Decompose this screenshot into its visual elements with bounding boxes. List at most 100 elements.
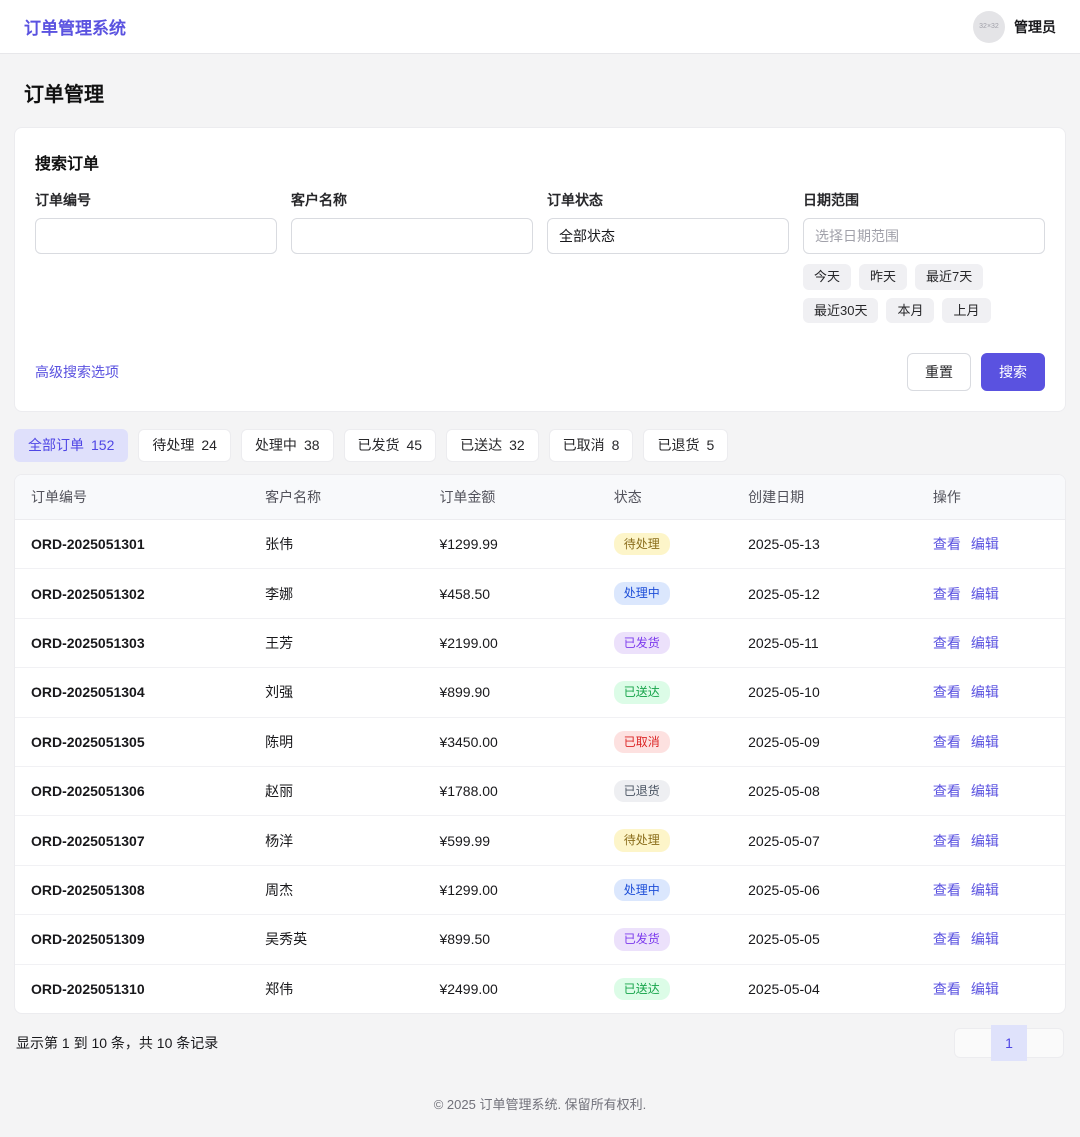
order-no-input[interactable] [35,218,277,254]
edit-link[interactable]: 编辑 [971,880,999,900]
status-tabs: 全部订单152 待处理24 处理中 38 已发货45 已送达32 已取消8 已退货 5 [14,429,1066,462]
tab-all[interactable]: 全部订单152 [14,429,128,462]
col-actions: 操作 [917,475,1065,520]
view-link[interactable]: 查看 [933,682,961,702]
date-range-input[interactable] [803,218,1045,254]
orders-table-body: ORD-2025051301张伟¥1299.99待处理2025-05-13查看编… [15,519,1065,1012]
main-content: 订单管理 搜索订单 订单编号 客户名称 订单状态 全部状态 日期范围 今天昨天最… [0,78,1080,1058]
cell-amount: ¥899.90 [423,668,597,717]
quick-date-last-month-button[interactable]: 上月 [942,298,990,324]
table-row: ORD-2025051303王芳¥2199.00已发货2025-05-11查看编… [15,618,1065,667]
table-row: ORD-2025051305陈明¥3450.00已取消2025-05-09查看编… [15,717,1065,766]
cell-customer: 李娜 [249,569,423,618]
user-avatar: 32×32 [973,11,1005,43]
tab-shipped[interactable]: 已发货45 [344,429,437,462]
table-row: ORD-2025051307杨洋¥599.99待处理2025-05-07查看编辑 [15,816,1065,865]
order-no-label: 订单编号 [35,190,277,210]
status-badge: 已发货 [614,928,670,950]
cell-actions: 查看编辑 [917,519,1065,568]
tab-count: 38 [304,437,320,454]
cell-customer: 赵丽 [249,766,423,815]
orders-table-card: 订单编号 客户名称 订单金额 状态 创建日期 操作 ORD-2025051301… [14,474,1066,1014]
table-row: ORD-2025051308周杰¥1299.00处理中2025-05-06查看编… [15,865,1065,914]
quick-date-buttons: 今天昨天最近7天最近30天本月上月 [803,264,1045,323]
view-link[interactable]: 查看 [933,831,961,851]
cell-date: 2025-05-11 [732,618,917,667]
col-customer: 客户名称 [249,475,423,520]
quick-date-last-7-days-button[interactable]: 最近7天 [915,264,983,290]
table-header-row: 订单编号 客户名称 订单金额 状态 创建日期 操作 [15,475,1065,520]
status-badge: 待处理 [614,533,670,555]
view-link[interactable]: 查看 [933,584,961,604]
table-row: ORD-2025051310郑伟¥2499.00已送达2025-05-04查看编… [15,964,1065,1013]
cell-status: 已发货 [598,915,732,964]
app-header: 订单管理系统 32×32 管理员 [0,0,1080,54]
col-status: 状态 [598,475,732,520]
tab-label: 全部订单 [28,437,84,454]
cell-status: 待处理 [598,816,732,865]
tab-count: 32 [509,437,525,454]
col-order-no: 订单编号 [15,475,249,520]
row-actions: 查看编辑 [933,831,1049,851]
cell-actions: 查看编辑 [917,668,1065,717]
row-actions: 查看编辑 [933,682,1049,702]
search-button[interactable]: 搜索 [981,353,1045,391]
status-badge: 已取消 [614,731,670,753]
cell-amount: ¥599.99 [423,816,597,865]
tab-count: 8 [612,437,620,454]
cell-customer: 郑伟 [249,964,423,1013]
view-link[interactable]: 查看 [933,880,961,900]
user-name: 管理员 [1014,17,1056,37]
quick-date-yesterday-button[interactable]: 昨天 [859,264,907,290]
edit-link[interactable]: 编辑 [971,929,999,949]
quick-date-this-month-button[interactable]: 本月 [886,298,934,324]
tab-processing[interactable]: 处理中 38 [241,429,334,462]
tab-count: 5 [706,437,714,454]
view-link[interactable]: 查看 [933,732,961,752]
cell-date: 2025-05-13 [732,519,917,568]
date-range-label: 日期范围 [803,190,1045,210]
edit-link[interactable]: 编辑 [971,732,999,752]
pager: 1 [954,1028,1064,1058]
orders-table: 订单编号 客户名称 订单金额 状态 创建日期 操作 ORD-2025051301… [15,475,1065,1013]
cell-amount: ¥899.50 [423,915,597,964]
tab-delivered[interactable]: 已送达32 [446,429,539,462]
pager-next-button[interactable] [1027,1029,1063,1057]
view-link[interactable]: 查看 [933,979,961,999]
reset-button[interactable]: 重置 [907,353,971,391]
quick-date-last-30-days-button[interactable]: 最近30天 [803,298,878,324]
edit-link[interactable]: 编辑 [971,979,999,999]
pagination-info: 显示第 1 到 10 条，共 10 条记录 [16,1033,218,1053]
table-row: ORD-2025051309吴秀英¥899.50已发货2025-05-05查看编… [15,915,1065,964]
view-link[interactable]: 查看 [933,929,961,949]
edit-link[interactable]: 编辑 [971,534,999,554]
advanced-search-link[interactable]: 高级搜索选项 [35,362,119,382]
tab-label: 处理中 [255,437,297,454]
cell-date: 2025-05-04 [732,964,917,1013]
pager-prev-button[interactable] [955,1029,991,1057]
tab-cancelled[interactable]: 已取消8 [549,429,634,462]
view-link[interactable]: 查看 [933,781,961,801]
tab-label: 已退货 [657,437,699,454]
cell-status: 处理中 [598,569,732,618]
edit-link[interactable]: 编辑 [971,584,999,604]
user-area[interactable]: 32×32 管理员 [973,11,1056,43]
status-select[interactable]: 全部状态 [547,218,789,254]
edit-link[interactable]: 编辑 [971,682,999,702]
tab-pending[interactable]: 待处理24 [138,429,231,462]
app-brand[interactable]: 订单管理系统 [24,14,126,39]
pager-page-1-button[interactable]: 1 [991,1025,1027,1061]
status-badge: 已送达 [614,978,670,1000]
cell-actions: 查看编辑 [917,865,1065,914]
tab-returned[interactable]: 已退货 5 [643,429,728,462]
quick-date-today-button[interactable]: 今天 [803,264,851,290]
edit-link[interactable]: 编辑 [971,781,999,801]
view-link[interactable]: 查看 [933,534,961,554]
customer-input[interactable] [291,218,533,254]
edit-link[interactable]: 编辑 [971,831,999,851]
row-actions: 查看编辑 [933,781,1049,801]
edit-link[interactable]: 编辑 [971,633,999,653]
status-field-group: 订单状态 全部状态 [547,190,789,323]
cell-order-no: ORD-2025051304 [15,668,249,717]
view-link[interactable]: 查看 [933,633,961,653]
